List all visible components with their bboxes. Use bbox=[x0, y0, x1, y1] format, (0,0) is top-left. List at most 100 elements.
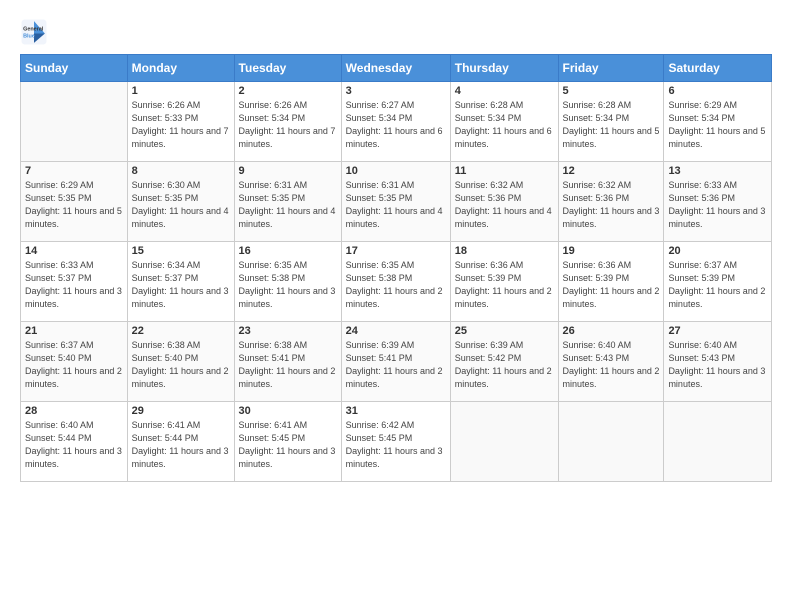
calendar-day-cell: 14 Sunrise: 6:33 AMSunset: 5:37 PMDayligh… bbox=[21, 242, 128, 322]
day-info: Sunrise: 6:30 AMSunset: 5:35 PMDaylight:… bbox=[132, 179, 230, 231]
calendar-day-header: Tuesday bbox=[234, 55, 341, 82]
day-info: Sunrise: 6:36 AMSunset: 5:39 PMDaylight:… bbox=[563, 259, 660, 311]
day-info: Sunrise: 6:29 AMSunset: 5:34 PMDaylight:… bbox=[668, 99, 767, 151]
day-number: 26 bbox=[563, 325, 660, 337]
day-number: 8 bbox=[132, 165, 230, 177]
day-number: 19 bbox=[563, 245, 660, 257]
calendar-day-cell: 30 Sunrise: 6:41 AMSunset: 5:45 PMDayligh… bbox=[234, 402, 341, 482]
calendar-day-cell: 4Sunrise: 6:28 AMSunset: 5:34 PMDaylight… bbox=[450, 82, 558, 162]
calendar-day-cell: 3 Sunrise: 6:27 AMSunset: 5:34 PMDaylight… bbox=[341, 82, 450, 162]
calendar-day-cell: 20 Sunrise: 6:37 AMSunset: 5:39 PMDayligh… bbox=[664, 242, 772, 322]
day-number: 27 bbox=[668, 325, 767, 337]
calendar-day-header: Thursday bbox=[450, 55, 558, 82]
day-number: 6 bbox=[668, 85, 767, 97]
day-info: Sunrise: 6:31 AMSunset: 5:35 PMDaylight:… bbox=[239, 179, 337, 231]
day-info: Sunrise: 6:42 AMSunset: 5:45 PMDaylight:… bbox=[346, 419, 446, 471]
day-number: 23 bbox=[239, 325, 337, 337]
day-info: Sunrise: 6:35 AMSunset: 5:38 PMDaylight:… bbox=[346, 259, 446, 311]
day-info: Sunrise: 6:32 AMSunset: 5:36 PMDaylight:… bbox=[563, 179, 660, 231]
calendar-week-row: 21 Sunrise: 6:37 AMSunset: 5:40 PMDayligh… bbox=[21, 322, 772, 402]
day-number: 11 bbox=[455, 165, 554, 177]
day-info: Sunrise: 6:40 AMSunset: 5:43 PMDaylight:… bbox=[668, 339, 767, 391]
calendar-day-cell: 27 Sunrise: 6:40 AMSunset: 5:43 PMDayligh… bbox=[664, 322, 772, 402]
day-info: Sunrise: 6:40 AMSunset: 5:43 PMDaylight:… bbox=[563, 339, 660, 391]
calendar-week-row: 14 Sunrise: 6:33 AMSunset: 5:37 PMDayligh… bbox=[21, 242, 772, 322]
day-number: 13 bbox=[668, 165, 767, 177]
calendar-day-cell: 10 Sunrise: 6:31 AMSunset: 5:35 PMDayligh… bbox=[341, 162, 450, 242]
day-number: 28 bbox=[25, 405, 123, 417]
calendar-day-cell: 21 Sunrise: 6:37 AMSunset: 5:40 PMDayligh… bbox=[21, 322, 128, 402]
calendar-day-cell bbox=[450, 402, 558, 482]
calendar-day-cell: 26 Sunrise: 6:40 AMSunset: 5:43 PMDayligh… bbox=[558, 322, 664, 402]
calendar-day-cell: 15 Sunrise: 6:34 AMSunset: 5:37 PMDayligh… bbox=[127, 242, 234, 322]
calendar-header-row: SundayMondayTuesdayWednesdayThursdayFrid… bbox=[21, 55, 772, 82]
calendar-day-cell: 6 Sunrise: 6:29 AMSunset: 5:34 PMDaylight… bbox=[664, 82, 772, 162]
day-info: Sunrise: 6:38 AMSunset: 5:40 PMDaylight:… bbox=[132, 339, 230, 391]
day-info: Sunrise: 6:36 AMSunset: 5:39 PMDaylight:… bbox=[455, 259, 554, 311]
day-number: 29 bbox=[132, 405, 230, 417]
day-info: Sunrise: 6:38 AMSunset: 5:41 PMDaylight:… bbox=[239, 339, 337, 391]
day-number: 31 bbox=[346, 405, 446, 417]
logo: General Blue bbox=[20, 18, 48, 46]
day-number: 1 bbox=[132, 85, 230, 97]
calendar-day-cell: 28Sunrise: 6:40 AMSunset: 5:44 PMDayligh… bbox=[21, 402, 128, 482]
day-info: Sunrise: 6:26 AMSunset: 5:33 PMDaylight:… bbox=[132, 99, 230, 151]
day-number: 25 bbox=[455, 325, 554, 337]
calendar-day-cell: 24 Sunrise: 6:39 AMSunset: 5:41 PMDayligh… bbox=[341, 322, 450, 402]
calendar-day-header: Saturday bbox=[664, 55, 772, 82]
day-number: 20 bbox=[668, 245, 767, 257]
day-number: 16 bbox=[239, 245, 337, 257]
day-number: 10 bbox=[346, 165, 446, 177]
day-info: Sunrise: 6:41 AMSunset: 5:45 PMDaylight:… bbox=[239, 419, 337, 471]
day-info: Sunrise: 6:28 AMSunset: 5:34 PMDaylight:… bbox=[563, 99, 660, 151]
calendar-day-cell bbox=[664, 402, 772, 482]
day-info: Sunrise: 6:39 AMSunset: 5:41 PMDaylight:… bbox=[346, 339, 446, 391]
day-info: Sunrise: 6:33 AMSunset: 5:37 PMDaylight:… bbox=[25, 259, 123, 311]
calendar-day-cell: 1 Sunrise: 6:26 AMSunset: 5:33 PMDaylight… bbox=[127, 82, 234, 162]
day-number: 3 bbox=[346, 85, 446, 97]
day-number: 5 bbox=[563, 85, 660, 97]
calendar-day-cell: 13 Sunrise: 6:33 AMSunset: 5:36 PMDayligh… bbox=[664, 162, 772, 242]
day-number: 22 bbox=[132, 325, 230, 337]
calendar-day-cell: 7Sunrise: 6:29 AMSunset: 5:35 PMDaylight… bbox=[21, 162, 128, 242]
day-info: Sunrise: 6:26 AMSunset: 5:34 PMDaylight:… bbox=[239, 99, 337, 151]
calendar-day-cell: 16 Sunrise: 6:35 AMSunset: 5:38 PMDayligh… bbox=[234, 242, 341, 322]
day-number: 2 bbox=[239, 85, 337, 97]
day-info: Sunrise: 6:33 AMSunset: 5:36 PMDaylight:… bbox=[668, 179, 767, 231]
logo-icon: General Blue bbox=[20, 18, 48, 46]
day-number: 9 bbox=[239, 165, 337, 177]
calendar-day-cell: 8 Sunrise: 6:30 AMSunset: 5:35 PMDaylight… bbox=[127, 162, 234, 242]
day-info: Sunrise: 6:37 AMSunset: 5:39 PMDaylight:… bbox=[668, 259, 767, 311]
day-info: Sunrise: 6:28 AMSunset: 5:34 PMDaylight:… bbox=[455, 99, 554, 151]
calendar-week-row: 1 Sunrise: 6:26 AMSunset: 5:33 PMDaylight… bbox=[21, 82, 772, 162]
calendar-day-cell: 29 Sunrise: 6:41 AMSunset: 5:44 PMDayligh… bbox=[127, 402, 234, 482]
day-number: 17 bbox=[346, 245, 446, 257]
header: General Blue bbox=[20, 18, 772, 46]
day-number: 30 bbox=[239, 405, 337, 417]
day-info: Sunrise: 6:32 AMSunset: 5:36 PMDaylight:… bbox=[455, 179, 554, 231]
calendar-day-header: Monday bbox=[127, 55, 234, 82]
svg-text:Blue: Blue bbox=[23, 33, 35, 39]
day-info: Sunrise: 6:27 AMSunset: 5:34 PMDaylight:… bbox=[346, 99, 446, 151]
calendar-day-cell: 17 Sunrise: 6:35 AMSunset: 5:38 PMDayligh… bbox=[341, 242, 450, 322]
day-number: 21 bbox=[25, 325, 123, 337]
calendar-table: SundayMondayTuesdayWednesdayThursdayFrid… bbox=[20, 54, 772, 482]
day-info: Sunrise: 6:29 AMSunset: 5:35 PMDaylight:… bbox=[25, 179, 123, 231]
day-info: Sunrise: 6:35 AMSunset: 5:38 PMDaylight:… bbox=[239, 259, 337, 311]
day-info: Sunrise: 6:34 AMSunset: 5:37 PMDaylight:… bbox=[132, 259, 230, 311]
calendar-day-header: Wednesday bbox=[341, 55, 450, 82]
day-info: Sunrise: 6:31 AMSunset: 5:35 PMDaylight:… bbox=[346, 179, 446, 231]
calendar-day-cell: 19 Sunrise: 6:36 AMSunset: 5:39 PMDayligh… bbox=[558, 242, 664, 322]
calendar-day-cell: 2 Sunrise: 6:26 AMSunset: 5:34 PMDaylight… bbox=[234, 82, 341, 162]
day-number: 14 bbox=[25, 245, 123, 257]
day-info: Sunrise: 6:37 AMSunset: 5:40 PMDaylight:… bbox=[25, 339, 123, 391]
day-number: 12 bbox=[563, 165, 660, 177]
day-info: Sunrise: 6:41 AMSunset: 5:44 PMDaylight:… bbox=[132, 419, 230, 471]
calendar-day-cell: 9 Sunrise: 6:31 AMSunset: 5:35 PMDaylight… bbox=[234, 162, 341, 242]
day-number: 24 bbox=[346, 325, 446, 337]
calendar-day-cell: 11 Sunrise: 6:32 AMSunset: 5:36 PMDayligh… bbox=[450, 162, 558, 242]
day-number: 15 bbox=[132, 245, 230, 257]
calendar-day-header: Friday bbox=[558, 55, 664, 82]
calendar-day-cell: 5 Sunrise: 6:28 AMSunset: 5:34 PMDaylight… bbox=[558, 82, 664, 162]
calendar-day-cell: 22 Sunrise: 6:38 AMSunset: 5:40 PMDayligh… bbox=[127, 322, 234, 402]
